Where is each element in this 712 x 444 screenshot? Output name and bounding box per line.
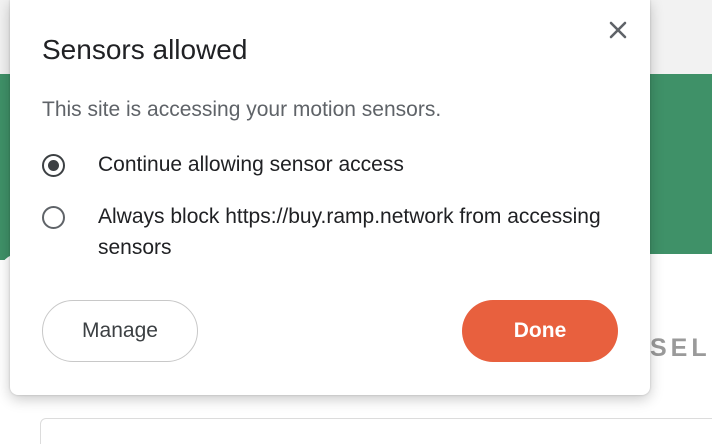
radio-unchecked-icon[interactable] <box>42 206 65 229</box>
close-icon <box>609 21 627 39</box>
always-block-label: Always block https://buy.ramp.network fr… <box>98 205 601 259</box>
manage-button[interactable]: Manage <box>42 300 198 362</box>
radio-checked-icon[interactable] <box>42 154 65 177</box>
dialog-title: Sensors allowed <box>42 34 248 65</box>
done-button[interactable]: Done <box>462 300 618 362</box>
continue-allowing-option[interactable]: Continue allowing sensor access <box>42 152 618 180</box>
dialog-message: This site is accessing your motion senso… <box>42 98 442 121</box>
sell-tab-label[interactable]: SELL <box>650 334 712 363</box>
close-button[interactable] <box>602 14 634 46</box>
page-input-box[interactable] <box>40 418 712 444</box>
always-block-option[interactable]: Always block https://buy.ramp.network fr… <box>42 204 618 263</box>
continue-allowing-label: Continue allowing sensor access <box>98 153 404 176</box>
sensors-permission-dialog: Sensors allowed This site is accessing y… <box>10 0 650 395</box>
